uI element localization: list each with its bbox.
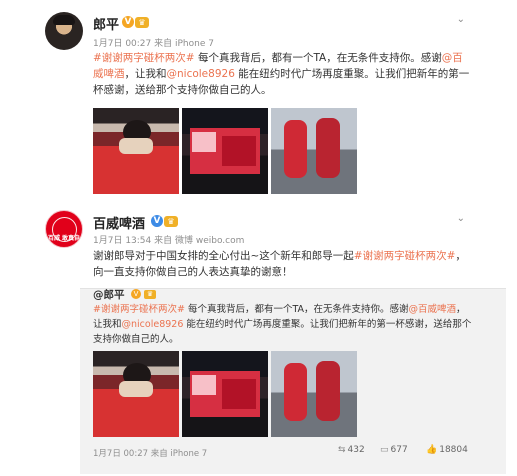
repost-user-name[interactable]: @郎平	[93, 287, 125, 302]
comment-count: 677	[390, 445, 408, 455]
hashtag-link[interactable]: #谢谢两字碰杯两次#	[93, 52, 195, 64]
verified-badge-icon: V	[131, 289, 141, 299]
user-name[interactable]: 郎平	[93, 14, 119, 33]
hashtag-link[interactable]: #谢谢两字碰杯两次#	[354, 250, 456, 262]
chevron-down-icon[interactable]: ⌄	[457, 14, 465, 25]
billboard-screen	[190, 371, 260, 417]
verified-badge-icon: V	[122, 16, 134, 28]
billboard-screen	[190, 128, 260, 174]
repost-image[interactable]	[93, 351, 179, 437]
avatar[interactable]: 百威 敢真自	[45, 210, 83, 248]
verified-badge-icon: V	[151, 215, 163, 227]
repost-action[interactable]: ⇆ 432	[338, 445, 365, 455]
mention-link[interactable]: @nicole8926	[167, 68, 235, 80]
mention-link[interactable]: @nicole8926	[122, 319, 184, 330]
post-text-part: 谢谢郎导对于中国女排的全心付出~这个新年和郎导一起	[93, 250, 354, 262]
brand-logo-text: 百威 敢真自	[47, 235, 81, 242]
repost-count: 432	[347, 445, 365, 455]
vip-crown-icon: ♛	[144, 290, 156, 299]
repost-image[interactable]	[271, 351, 357, 437]
post-meta: 1月7日 00:27 来自 iPhone 7	[93, 39, 214, 49]
repost-text: #谢谢两字碰杯两次# 每个真我背后，都有一个TA，在无条件支持你。感谢@百威啤酒…	[93, 302, 473, 347]
repost-image[interactable]	[182, 351, 268, 437]
like-count: 18804	[439, 445, 468, 455]
comment-action[interactable]: ▭ 677	[380, 445, 408, 455]
user-name[interactable]: 百威啤酒	[93, 213, 145, 232]
post-image[interactable]	[271, 108, 357, 194]
comment-icon: ▭	[380, 445, 389, 455]
weibo-post-1: 郎平 V ♛ ⌄ 1月7日 00:27 来自 iPhone 7 #谢谢两字碰杯两…	[0, 0, 517, 196]
like-action[interactable]: 👍 18804	[426, 445, 468, 455]
post-text: #谢谢两字碰杯两次# 每个真我背后，都有一个TA，在无条件支持你。感谢@百威啤酒…	[93, 50, 471, 98]
repost-actions: ⇆ 432 ▭ 677 👍 18804	[338, 445, 478, 459]
post-text-part: 每个真我背后，都有一个TA，在无条件支持你。感谢	[184, 304, 409, 315]
post-image[interactable]	[182, 108, 268, 194]
vip-crown-icon: ♛	[164, 216, 178, 227]
avatar[interactable]	[45, 12, 83, 50]
post-text-part: ，让我和	[124, 68, 167, 80]
mention-link[interactable]: @百威啤酒	[409, 304, 457, 315]
post-text: 谢谢郎导对于中国女排的全心付出~这个新年和郎导一起#谢谢两字碰杯两次#，向一直支…	[93, 248, 471, 280]
post-text-part: 每个真我背后，都有一个TA，在无条件支持你。感谢	[194, 52, 442, 64]
hashtag-link[interactable]: #谢谢两字碰杯两次#	[93, 304, 185, 315]
post-meta: 1月7日 13:54 来自 微博 weibo.com	[93, 236, 245, 246]
post-image[interactable]	[93, 108, 179, 194]
repost-icon: ⇆	[338, 445, 346, 455]
vip-crown-icon: ♛	[135, 17, 149, 28]
repost-meta: 1月7日 00:27 来自 iPhone 7	[93, 449, 208, 459]
chevron-down-icon[interactable]: ⌄	[457, 213, 465, 224]
like-icon: 👍	[426, 445, 438, 455]
